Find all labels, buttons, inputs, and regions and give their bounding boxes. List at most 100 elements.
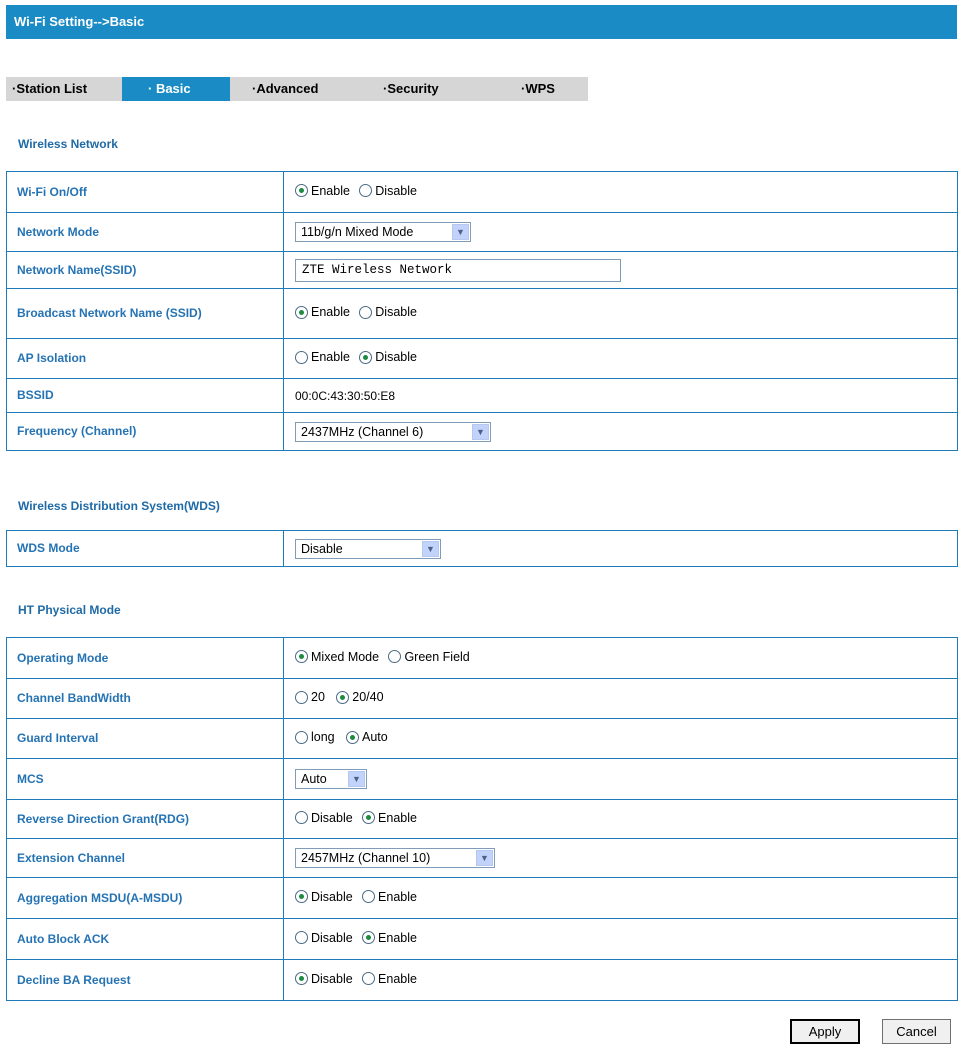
tab-bar: ·Station List · Basic ·Advanced ·Securit…	[6, 77, 588, 101]
network-mode-select[interactable]: 11b/g/n Mixed Mode ▼	[295, 222, 471, 242]
wds-table: WDS Mode Disable ▼	[6, 530, 958, 567]
guard-long-radio[interactable]: long	[295, 730, 335, 744]
chevron-down-icon: ▼	[472, 423, 489, 440]
section-title-wireless: Wireless Network	[18, 137, 118, 151]
ap-isolation-label: AP Isolation	[6, 338, 284, 379]
wifi-enable-radio[interactable]: Enable	[295, 184, 350, 198]
row-network-mode: Network Mode 11b/g/n Mixed Mode ▼	[6, 212, 958, 252]
radio-selected-icon	[295, 972, 308, 986]
section-title-ht: HT Physical Mode	[18, 603, 121, 617]
wds-mode-select[interactable]: Disable ▼	[295, 538, 441, 559]
radio-selected-icon	[362, 811, 376, 825]
tab-basic[interactable]: · Basic	[122, 77, 230, 101]
wds-mode-label: WDS Mode	[6, 530, 284, 567]
ht-physical-table: Operating Mode Mixed Mode Green Field Ch…	[6, 637, 958, 1001]
radio-selected-icon	[345, 730, 359, 744]
amsdu-enable-radio[interactable]: Enable	[362, 890, 417, 904]
frequency-label: Frequency (Channel)	[6, 412, 284, 451]
amsdu-disable-radio[interactable]: Disable	[295, 890, 353, 904]
wifi-onoff-label: Wi-Fi On/Off	[6, 171, 284, 213]
row-rdg: Reverse Direction Grant(RDG) Disable Ena…	[6, 799, 958, 839]
operating-mode-label: Operating Mode	[6, 637, 284, 679]
chevron-down-icon: ▼	[422, 540, 439, 557]
radio-unselected-icon	[362, 890, 376, 904]
radio-selected-icon	[336, 690, 350, 704]
decline-ba-disable-radio[interactable]: Disable	[295, 972, 353, 986]
radio-unselected-icon	[359, 305, 373, 319]
radio-unselected-icon	[362, 972, 376, 986]
row-wifi-onoff: Wi-Fi On/Off Enable Disable	[6, 171, 958, 213]
amsdu-label: Aggregation MSDU(A-MSDU)	[6, 877, 284, 919]
radio-selected-icon	[295, 650, 308, 664]
decline-ba-enable-radio[interactable]: Enable	[362, 972, 417, 986]
bssid-label: BSSID	[6, 378, 284, 413]
bssid-value: 00:0C:43:30:50:E8	[283, 378, 958, 413]
radio-unselected-icon	[295, 730, 308, 744]
broadcast-disable-radio[interactable]: Disable	[359, 305, 417, 319]
row-ssid: Network Name(SSID) ZTE Wireless Network	[6, 251, 958, 289]
channel-bandwidth-label: Channel BandWidth	[6, 678, 284, 719]
radio-unselected-icon	[295, 811, 308, 825]
tab-security[interactable]: ·Security	[357, 77, 488, 101]
extension-channel-label: Extension Channel	[6, 838, 284, 878]
chevron-down-icon: ▼	[452, 224, 469, 240]
green-field-radio[interactable]: Green Field	[388, 650, 470, 664]
broadcast-enable-radio[interactable]: Enable	[295, 305, 350, 319]
ap-isolation-disable-radio[interactable]: Disable	[359, 350, 417, 364]
radio-selected-icon	[359, 350, 373, 364]
row-guard-interval: Guard Interval long Auto	[6, 718, 958, 759]
auto-block-ack-disable-radio[interactable]: Disable	[295, 931, 353, 945]
bandwidth-20-40-radio[interactable]: 20/40	[336, 690, 384, 704]
radio-selected-icon	[295, 890, 308, 904]
radio-selected-icon	[295, 305, 308, 319]
row-operating-mode: Operating Mode Mixed Mode Green Field	[6, 637, 958, 679]
mcs-select[interactable]: Auto ▼	[295, 769, 367, 789]
ssid-input[interactable]: ZTE Wireless Network	[295, 258, 621, 282]
decline-ba-label: Decline BA Request	[6, 959, 284, 1001]
radio-selected-icon	[362, 931, 376, 945]
row-amsdu: Aggregation MSDU(A-MSDU) Disable Enable	[6, 877, 958, 919]
section-title-wds: Wireless Distribution System(WDS)	[18, 499, 220, 513]
chevron-down-icon: ▼	[348, 771, 365, 787]
radio-unselected-icon	[388, 650, 402, 664]
rdg-label: Reverse Direction Grant(RDG)	[6, 799, 284, 839]
tab-advanced[interactable]: ·Advanced	[230, 77, 357, 101]
auto-block-ack-label: Auto Block ACK	[6, 918, 284, 960]
wireless-network-table: Wi-Fi On/Off Enable Disable Network Mode…	[6, 171, 958, 451]
row-decline-ba: Decline BA Request Disable Enable	[6, 959, 958, 1001]
radio-unselected-icon	[295, 690, 308, 704]
page-title-bar: Wi-Fi Setting-->Basic	[6, 5, 957, 39]
mcs-label: MCS	[6, 758, 284, 800]
page-title: Wi-Fi Setting-->Basic	[14, 14, 145, 29]
ap-isolation-enable-radio[interactable]: Enable	[295, 350, 350, 364]
broadcast-ssid-label: Broadcast Network Name (SSID)	[6, 288, 284, 339]
network-mode-label: Network Mode	[6, 212, 284, 252]
frequency-select[interactable]: 2437MHz (Channel 6) ▼	[295, 421, 491, 442]
row-channel-bandwidth: Channel BandWidth 20 20/40	[6, 678, 958, 719]
row-bssid: BSSID 00:0C:43:30:50:E8	[6, 378, 958, 413]
bandwidth-20-radio[interactable]: 20	[295, 690, 325, 704]
auto-block-ack-enable-radio[interactable]: Enable	[362, 931, 417, 945]
radio-unselected-icon	[295, 931, 308, 945]
row-mcs: MCS Auto ▼	[6, 758, 958, 800]
wifi-disable-radio[interactable]: Disable	[359, 184, 417, 198]
apply-button[interactable]: Apply	[790, 1019, 860, 1044]
row-extension-channel: Extension Channel 2457MHz (Channel 10) ▼	[6, 838, 958, 878]
extension-channel-select[interactable]: 2457MHz (Channel 10) ▼	[295, 848, 495, 868]
row-wds-mode: WDS Mode Disable ▼	[6, 530, 958, 567]
ssid-label: Network Name(SSID)	[6, 251, 284, 289]
row-broadcast-ssid: Broadcast Network Name (SSID) Enable Dis…	[6, 288, 958, 339]
radio-selected-icon	[295, 184, 308, 198]
guard-interval-label: Guard Interval	[6, 718, 284, 759]
tab-wps[interactable]: ·WPS	[488, 77, 588, 101]
row-frequency: Frequency (Channel) 2437MHz (Channel 6) ▼	[6, 412, 958, 451]
mixed-mode-radio[interactable]: Mixed Mode	[295, 650, 379, 664]
cancel-button[interactable]: Cancel	[882, 1019, 951, 1044]
guard-auto-radio[interactable]: Auto	[345, 730, 388, 744]
rdg-disable-radio[interactable]: Disable	[295, 811, 353, 825]
radio-unselected-icon	[295, 350, 308, 364]
chevron-down-icon: ▼	[476, 850, 493, 866]
rdg-enable-radio[interactable]: Enable	[362, 811, 417, 825]
tab-station-list[interactable]: ·Station List	[6, 77, 122, 101]
row-ap-isolation: AP Isolation Enable Disable	[6, 338, 958, 379]
